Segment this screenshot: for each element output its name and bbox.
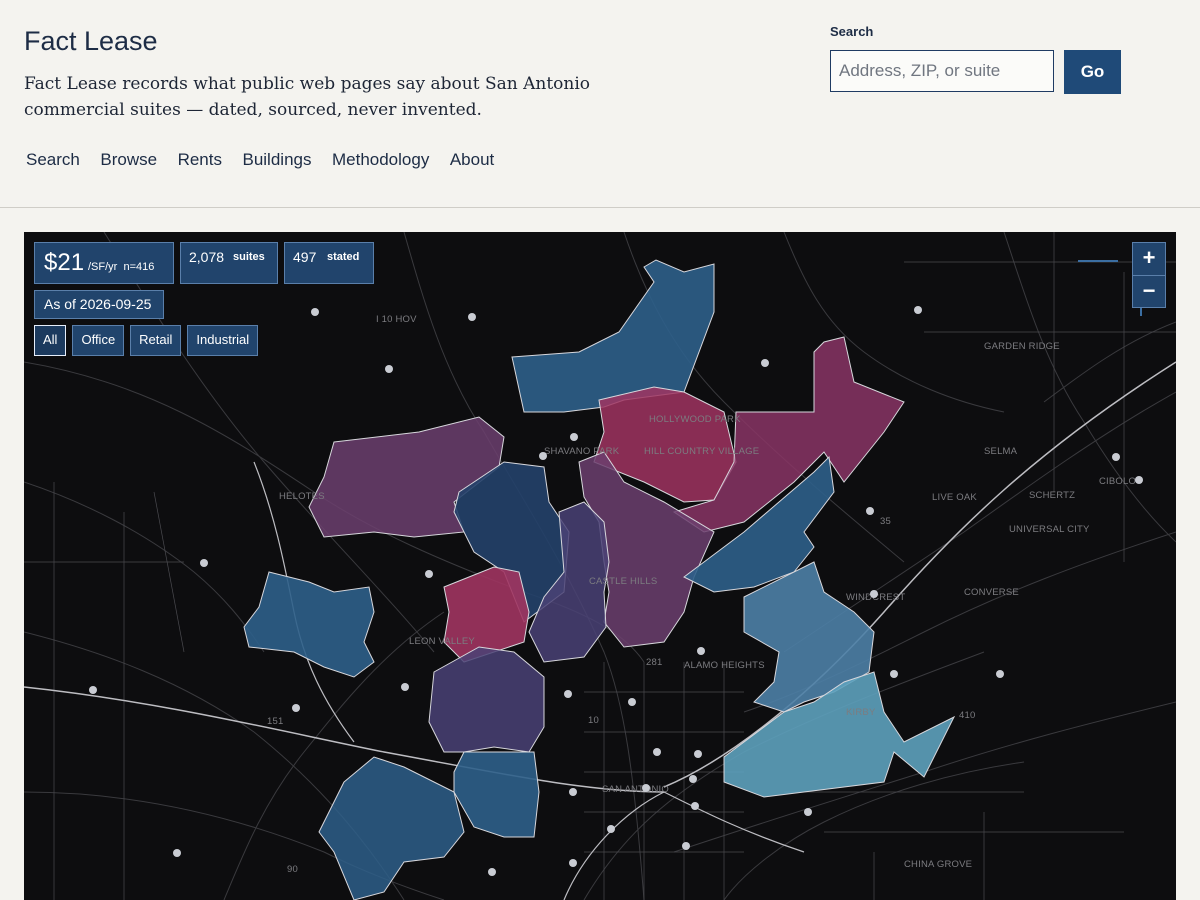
map-label: SELMA xyxy=(984,446,1018,457)
map-label: HILL COUNTRY VILLAGE xyxy=(644,446,759,457)
map-label: CASTLE HILLS xyxy=(589,576,657,587)
zoom-in-button[interactable]: + xyxy=(1133,243,1165,276)
building-point[interactable] xyxy=(628,698,636,706)
building-point[interactable] xyxy=(385,365,393,373)
map-label: HOLLYWOOD PARK xyxy=(649,414,741,425)
map-label: 151 xyxy=(267,716,283,727)
zone-polygon[interactable] xyxy=(723,671,956,798)
map-label: 35 xyxy=(880,516,891,527)
building-point[interactable] xyxy=(1112,453,1120,461)
nav-search[interactable]: Search xyxy=(26,150,80,170)
stated-count-chip: 497 stated xyxy=(284,242,374,284)
zone-polygon[interactable] xyxy=(511,259,715,413)
building-point[interactable] xyxy=(292,704,300,712)
filter-office[interactable]: Office xyxy=(72,325,125,356)
building-point[interactable] xyxy=(890,670,898,678)
building-point[interactable] xyxy=(401,683,409,691)
map-label: 90 xyxy=(287,864,298,875)
map-label: GARDEN RIDGE xyxy=(984,341,1060,352)
building-point[interactable] xyxy=(173,849,181,857)
search-label: Search xyxy=(830,24,874,39)
search-go-button[interactable]: Go xyxy=(1064,50,1121,94)
map-label: SCHERTZ xyxy=(1029,490,1075,501)
nav-browse[interactable]: Browse xyxy=(100,150,157,170)
map-label: UNIVERSAL CITY xyxy=(1009,524,1090,535)
map-label: LEON VALLEY xyxy=(409,636,475,647)
suites-label: suites xyxy=(233,251,265,263)
nav-buildings[interactable]: Buildings xyxy=(242,150,311,170)
filter-retail[interactable]: Retail xyxy=(130,325,182,356)
site-title[interactable]: Fact Lease xyxy=(24,26,158,57)
as-of-date: As of 2026-09-25 xyxy=(34,290,164,319)
site-header: Fact Lease Fact Lease records what publi… xyxy=(0,0,1200,208)
map-label: I 10 HOV xyxy=(376,314,417,325)
map-label: CONVERSE xyxy=(964,587,1019,598)
building-point[interactable] xyxy=(570,433,578,441)
filter-all[interactable]: All xyxy=(34,325,67,356)
zoom-control: + − xyxy=(1132,242,1166,308)
stated-label: stated xyxy=(327,251,360,263)
building-point[interactable] xyxy=(691,802,699,810)
map-label: SAN ANTONIO xyxy=(602,784,669,795)
map-label: 410 xyxy=(959,710,975,721)
map-label: 281 xyxy=(646,657,662,668)
map-label: SHAVANO PARK xyxy=(544,446,620,457)
search-input[interactable] xyxy=(830,50,1054,92)
stated-count: 497 xyxy=(293,249,317,265)
zone-polygon[interactable] xyxy=(243,571,375,678)
suites-count: 2,078 xyxy=(189,249,225,265)
building-point[interactable] xyxy=(914,306,922,314)
filter-industrial[interactable]: Industrial xyxy=(187,325,259,356)
building-point[interactable] xyxy=(761,359,769,367)
site-tagline: Fact Lease records what public web pages… xyxy=(24,74,591,120)
zone-polygon[interactable] xyxy=(318,756,465,900)
building-point[interactable] xyxy=(488,868,496,876)
building-point[interactable] xyxy=(804,808,812,816)
building-point[interactable] xyxy=(642,784,650,792)
median-rent-unit: /SF/yr n=416 xyxy=(88,261,155,273)
type-filter-group: All Office Retail Industrial xyxy=(34,325,259,356)
main-nav: Search Browse Rents Buildings Methodolog… xyxy=(26,150,515,170)
map-label: KIRBY xyxy=(846,707,876,718)
building-point[interactable] xyxy=(866,507,874,515)
zone-polygon[interactable] xyxy=(453,751,540,838)
map-label: CIBOLO xyxy=(1099,476,1136,487)
rent-map[interactable]: I 10 HOV HOLLYWOOD PARK HILL COUNTRY VIL… xyxy=(24,232,1176,900)
suites-count-chip: 2,078 suites xyxy=(180,242,278,284)
building-point[interactable] xyxy=(689,775,697,783)
building-point[interactable] xyxy=(425,570,433,578)
map-label: 10 xyxy=(588,715,599,726)
building-point[interactable] xyxy=(653,748,661,756)
building-point[interactable] xyxy=(697,647,705,655)
building-point[interactable] xyxy=(569,788,577,796)
median-rent-value: $21 xyxy=(44,249,85,276)
building-point[interactable] xyxy=(996,670,1004,678)
building-point[interactable] xyxy=(539,452,547,460)
nav-rents[interactable]: Rents xyxy=(178,150,222,170)
building-point[interactable] xyxy=(870,590,878,598)
building-point[interactable] xyxy=(89,686,97,694)
building-point[interactable] xyxy=(564,690,572,698)
building-point[interactable] xyxy=(468,313,476,321)
building-point[interactable] xyxy=(682,842,690,850)
building-point[interactable] xyxy=(200,559,208,567)
building-point[interactable] xyxy=(1135,476,1143,484)
map-label: HELOTES xyxy=(279,491,325,502)
map-label: LIVE OAK xyxy=(932,492,977,503)
zone-polygon[interactable] xyxy=(428,646,545,753)
building-point[interactable] xyxy=(694,750,702,758)
median-rent-chip: $21 /SF/yr n=416 xyxy=(34,242,174,284)
building-point[interactable] xyxy=(607,825,615,833)
map-label: CHINA GROVE xyxy=(904,859,972,870)
building-point[interactable] xyxy=(569,859,577,867)
nav-methodology[interactable]: Methodology xyxy=(332,150,429,170)
zoom-out-button[interactable]: − xyxy=(1133,276,1165,308)
building-point[interactable] xyxy=(311,308,319,316)
nav-about[interactable]: About xyxy=(450,150,494,170)
map-label: ALAMO HEIGHTS xyxy=(684,660,765,671)
